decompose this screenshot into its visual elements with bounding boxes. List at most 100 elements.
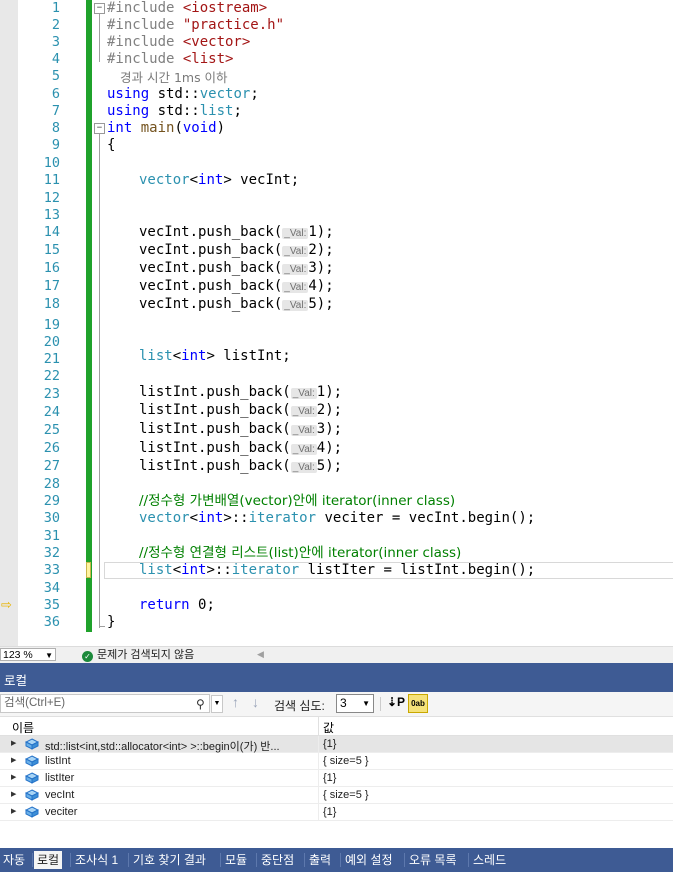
locals-window: 로컬 ⚲ ▼ ↑ ↓ 검색 심도: 3▼ ⇣P 0ab 이름 값 ▶ std::… (0, 663, 673, 848)
tab-autos[interactable]: 자동 (0, 851, 28, 869)
column-name-header[interactable]: 이름 (12, 719, 34, 736)
chevron-down-icon: ▼ (362, 699, 370, 708)
change-tracking-bar (86, 0, 92, 632)
code-line-23[interactable]: listInt.push_back(_Val: 1); (139, 384, 342, 402)
code-line-16[interactable]: vecInt.push_back(_Val: 3); (139, 260, 334, 278)
search-next-arrow-icon[interactable]: ↓ (252, 694, 259, 710)
toolbar-separator (380, 697, 381, 711)
code-line-26[interactable]: listInt.push_back(_Val: 4); (139, 440, 342, 458)
code-line-32[interactable]: //정수형 연결형 리스트(list)안에 iterator(inner cla… (139, 545, 461, 562)
parameter-hint: _Val: (282, 282, 309, 293)
search-icon[interactable]: ⚲ (196, 697, 205, 711)
line-number: 23 (43, 386, 60, 402)
column-value-header[interactable]: 값 (323, 719, 334, 736)
hex-display-toggle-icon[interactable]: 0ab (408, 694, 428, 713)
line-number: 21 (43, 351, 60, 367)
code-line-21[interactable]: list<int> listInt; (139, 348, 291, 365)
code-line-4[interactable]: #include <list> (107, 51, 233, 68)
tab-separator (304, 853, 305, 867)
locals-title-bar[interactable]: 로컬 (0, 663, 673, 692)
variable-value[interactable]: {1} (323, 806, 336, 818)
scroll-left-icon[interactable]: ◀ (257, 649, 264, 660)
expand-arrow-icon[interactable]: ▶ (11, 756, 16, 764)
tab-watch-1[interactable]: 조사식 1 (72, 851, 121, 869)
locals-row[interactable]: ▶ std::list<int,std::allocator<int> >::b… (0, 736, 673, 753)
code-line-14[interactable]: vecInt.push_back(_Val: 1); (139, 224, 334, 242)
code-line-36[interactable]: } (107, 614, 115, 631)
code-line-17[interactable]: vecInt.push_back(_Val: 4); (139, 278, 334, 296)
search-previous-arrow-icon[interactable]: ↑ (232, 694, 239, 710)
tab-locals[interactable]: 로컬 (34, 851, 63, 869)
tab-separator (404, 853, 405, 867)
tab-separator (340, 853, 341, 867)
tab-separator (70, 853, 71, 867)
code-line-30[interactable]: vector<int>::iterator veciter = vecInt.b… (139, 510, 535, 527)
code-line-9[interactable]: { (107, 137, 115, 154)
code-line-1[interactable]: #include <iostream> (107, 0, 267, 17)
line-number: 30 (43, 510, 60, 526)
line-number: 6 (51, 86, 60, 102)
column-divider[interactable] (318, 717, 319, 735)
locals-row[interactable]: ▶ listInt { size=5 } (0, 753, 673, 770)
locals-row[interactable]: ▶ veciter {1} (0, 804, 673, 821)
code-line-15[interactable]: vecInt.push_back(_Val: 2); (139, 242, 334, 260)
breakpoint-margin[interactable] (0, 0, 18, 646)
line-number: 28 (43, 476, 60, 492)
variable-icon (25, 755, 39, 767)
line-number: 31 (43, 528, 60, 544)
code-line-35[interactable]: return 0; (139, 597, 215, 614)
code-line-27[interactable]: listInt.push_back(_Val: 5); (139, 458, 342, 476)
collapse-icon[interactable]: − (94, 3, 105, 14)
tab-separator (128, 853, 129, 867)
collapse-icon[interactable]: − (94, 123, 105, 134)
tab-threads[interactable]: 스레드 (470, 851, 509, 869)
code-line-3[interactable]: #include <vector> (107, 34, 250, 51)
search-box[interactable]: ⚲ (0, 694, 210, 713)
code-line-24[interactable]: listInt.push_back(_Val: 2); (139, 402, 342, 420)
line-number: 16 (43, 260, 60, 276)
search-options-dropdown[interactable]: ▼ (211, 695, 223, 713)
search-depth-select[interactable]: 3 ▼ (336, 694, 374, 713)
tab-exception-settings[interactable]: 예외 설정 (342, 851, 396, 869)
locals-row[interactable]: ▶ vecInt { size=5 } (0, 787, 673, 804)
code-line-29[interactable]: //정수형 가변배열(vector)안에 iterator(inner clas… (139, 493, 455, 510)
code-editor[interactable]: ⇨ 1 2 3 4 5 6 7 8 9 10 11 12 13 14 15 16 17 18 19 20 21 22 23 2… (0, 0, 673, 646)
line-number: 20 (43, 334, 60, 350)
expand-arrow-icon[interactable]: ▶ (11, 739, 16, 747)
code-line-11[interactable]: vector<int> vecInt; (139, 172, 299, 189)
code-line-18[interactable]: vecInt.push_back(_Val: 5); (139, 296, 334, 314)
line-number: 7 (51, 103, 60, 119)
code-line-2[interactable]: #include "practice.h" (107, 17, 284, 34)
code-line-25[interactable]: listInt.push_back(_Val: 3); (139, 421, 342, 439)
expand-arrow-icon[interactable]: ▶ (11, 807, 16, 815)
variable-value[interactable]: { size=5 } (323, 755, 369, 767)
perf-tip[interactable]: 경과 시간 1ms 이하 (120, 67, 228, 86)
zoom-dropdown[interactable]: 123 % ▼ (0, 648, 56, 661)
line-number: 29 (43, 493, 60, 509)
tab-breakpoints[interactable]: 중단점 (258, 851, 297, 869)
code-line-33[interactable]: list<int>::iterator listIter = listInt.b… (139, 562, 535, 579)
search-input[interactable] (1, 695, 192, 711)
fold-guide-end (99, 626, 105, 627)
line-number: 24 (43, 404, 60, 420)
line-number: 3 (51, 34, 60, 50)
code-line-6[interactable]: using std::vector; (107, 86, 259, 103)
parameter-hint: _Val: (282, 264, 309, 275)
tab-output[interactable]: 출력 (306, 851, 334, 869)
tab-separator (220, 853, 221, 867)
tab-find-symbol-results[interactable]: 기호 찾기 결과 (130, 851, 209, 869)
tab-error-list[interactable]: 오류 목록 (406, 851, 460, 869)
expand-arrow-icon[interactable]: ▶ (11, 790, 16, 798)
locals-row[interactable]: ▶ listIter {1} (0, 770, 673, 787)
variable-value[interactable]: {1} (323, 738, 336, 750)
line-number: 22 (43, 368, 60, 384)
expand-arrow-icon[interactable]: ▶ (11, 773, 16, 781)
line-number: 17 (43, 278, 60, 294)
code-line-8[interactable]: int main(void) (107, 120, 225, 137)
tab-modules[interactable]: 모듈 (222, 851, 250, 869)
variable-value[interactable]: {1} (323, 772, 336, 784)
code-line-7[interactable]: using std::list; (107, 103, 242, 120)
variable-value[interactable]: { size=5 } (323, 789, 369, 801)
issues-indicator[interactable]: ✓ 문제가 검색되지 않음 (82, 648, 194, 662)
pin-icon[interactable]: ⇣P (387, 695, 405, 709)
